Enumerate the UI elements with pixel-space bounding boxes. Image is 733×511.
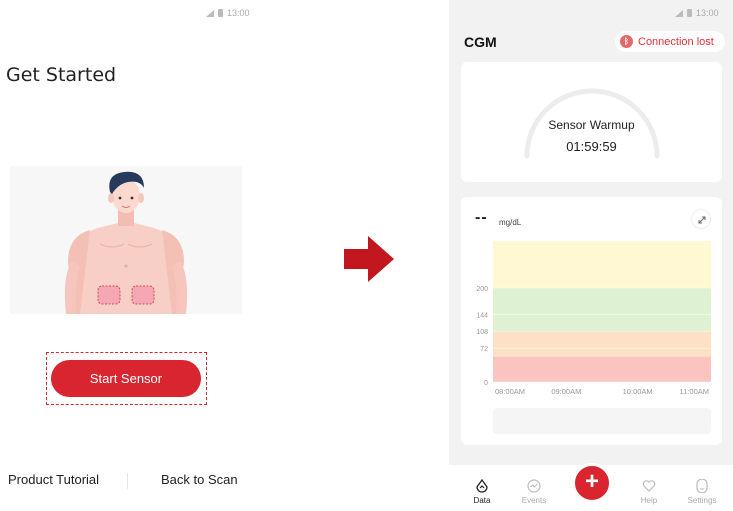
x-tick-label: 09:00AM — [551, 387, 581, 396]
tab-data-label: Data — [473, 496, 491, 505]
sensor-site-left — [97, 285, 121, 305]
chart-footer-bar — [493, 408, 711, 434]
signal-icon — [675, 9, 683, 17]
cgm-screen: 13:00 CGM ᛒ Connection lost Sensor Warmu… — [449, 0, 733, 511]
product-tutorial-link[interactable]: Product Tutorial — [8, 472, 99, 487]
tab-help[interactable]: Help — [624, 479, 674, 505]
tab-help-label: Help — [640, 496, 658, 505]
help-icon — [642, 480, 656, 492]
settings-icon — [696, 479, 708, 493]
chart-band-3 — [493, 241, 711, 288]
x-tick-label: 08:00AM — [495, 387, 525, 396]
status-time: 13:00 — [227, 8, 250, 18]
app-title: CGM — [464, 34, 497, 50]
get-started-screen: 13:00 Get Started Start Sensor Product T… — [0, 0, 262, 511]
start-sensor-highlight: Start Sensor — [46, 352, 207, 405]
status-bar: 13:00 — [206, 8, 250, 18]
sensor-site-right — [131, 285, 155, 305]
tab-events[interactable]: Events — [509, 479, 559, 505]
sensor-placement-illustration — [10, 166, 242, 314]
expand-chart-button[interactable] — [691, 209, 711, 229]
status-time: 13:00 — [696, 8, 719, 18]
connection-status-text: Connection lost — [638, 35, 714, 48]
expand-icon — [698, 216, 706, 224]
warmup-title: Sensor Warmup — [548, 118, 635, 132]
arrow-right-icon — [344, 236, 394, 282]
add-event-button[interactable]: + — [572, 463, 612, 503]
tab-settings[interactable]: Settings — [677, 479, 727, 505]
chart-band-0 — [493, 356, 711, 382]
tab-settings-label: Settings — [687, 496, 717, 505]
data-icon — [476, 479, 488, 493]
x-tick-label: 11:00AM — [680, 387, 709, 396]
tab-data[interactable]: Data — [457, 479, 507, 505]
chart-band-2 — [493, 288, 711, 332]
glucose-chart: 0 72 108 144 200 08:00AM 09:00AM 10:00AM 11:00AM — [476, 241, 711, 396]
page-title: Get Started — [6, 64, 117, 86]
warmup-countdown: 01:59:59 — [566, 139, 617, 154]
y-tick-label: 144 — [476, 312, 488, 319]
y-tick-label: 0 — [484, 380, 488, 387]
glucose-card: -- mg/dL 0 72 108 144 200 08:00AM 09:00AM 10:00… — [461, 197, 722, 445]
bluetooth-icon: ᛒ — [620, 35, 633, 48]
chart-band-1 — [493, 331, 711, 357]
y-tick-label: 200 — [476, 286, 488, 293]
back-to-scan-link[interactable]: Back to Scan — [161, 472, 238, 487]
status-bar: 13:00 — [675, 8, 719, 18]
x-tick-label: 10:00AM — [623, 387, 653, 396]
sensor-warmup-card: Sensor Warmup 01:59:59 — [461, 62, 722, 182]
events-icon — [527, 479, 541, 493]
connection-status-badge[interactable]: ᛒ Connection lost — [615, 31, 725, 52]
y-tick-label: 108 — [476, 329, 488, 336]
bottom-links: Product Tutorial Back to Scan — [0, 472, 262, 492]
battery-icon — [218, 9, 223, 17]
start-sensor-button[interactable]: Start Sensor — [51, 360, 201, 397]
signal-icon — [206, 9, 214, 17]
glucose-unit: mg/dL — [499, 218, 522, 227]
glucose-value: -- — [475, 209, 488, 226]
y-tick-label: 72 — [480, 346, 488, 353]
battery-icon — [687, 9, 692, 17]
divider — [127, 473, 128, 489]
tab-events-label: Events — [521, 496, 547, 505]
